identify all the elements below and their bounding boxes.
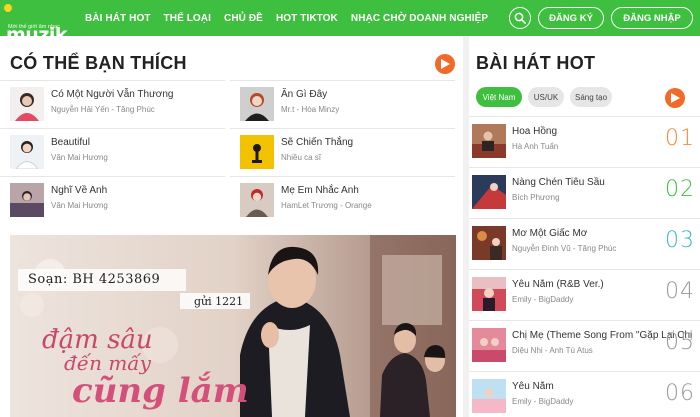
song-title[interactable]: Yêu Nắm (R&B Ver.) [512,279,604,290]
rank-number: 02 [665,177,695,202]
song-artist[interactable]: Hà Anh Tuấn [512,142,558,151]
list-item[interactable]: Yêu Nắm Emily - BigDaddy 06 [469,371,700,417]
nav-item-genres[interactable]: THỂ LOẠI [164,13,211,24]
play-icon [441,59,450,69]
list-item[interactable]: Sẽ Chiến Thắng Nhiều ca sĩ [230,128,455,176]
rank-number: 06 [665,381,695,406]
song-thumbnail [10,183,44,217]
list-item[interactable]: Beautiful Văn Mai Hương [0,128,225,176]
song-thumbnail [240,135,274,169]
song-artist[interactable]: Emily - BigDaddy [512,295,573,304]
list-item[interactable]: Nghĩ Về Anh Văn Mai Hương [0,176,225,224]
list-item[interactable]: Ăn Gì Đây Mr.t - Hòa Minzy [230,80,455,128]
banner-send-to: gửi 1221 [194,295,244,308]
song-thumbnail [472,379,506,413]
song-thumbnail [10,135,44,169]
nav-item-topics[interactable]: CHỦ ĐỀ [224,13,263,24]
song-title[interactable]: Beautiful [51,137,90,148]
tab-us-uk[interactable]: US/UK [528,87,564,107]
song-artist[interactable]: Emily - BigDaddy [512,397,573,406]
region-tabs: Việt Nam US/UK Sáng tạo [476,87,618,107]
song-title[interactable]: Yêu Nắm [512,381,554,392]
promo-banner[interactable]: Soạn: BH 4253869 gửi 1221 đậm sâu đến mấ… [10,235,456,417]
song-artist[interactable]: Nhiều ca sĩ [281,153,321,162]
song-title[interactable]: Ăn Gì Đây [281,89,327,100]
hot-songs-title: BÀI HÁT HOT [476,53,596,73]
list-item[interactable]: Nàng Chén Tiêu Sầu Bích Phương 02 [469,167,700,218]
play-all-hot-button[interactable] [665,88,685,108]
song-thumbnail [472,226,506,260]
list-item[interactable]: Hoa Hồng Hà Anh Tuấn 01 [469,116,700,167]
search-icon [514,12,526,24]
play-icon [671,93,680,103]
list-item[interactable]: Yêu Nắm (R&B Ver.) Emily - BigDaddy 04 [469,269,700,320]
suggestions-panel: CÓ THỂ BẠN THÍCH Có Một Người Vẫn Thương… [0,36,463,417]
song-thumbnail [472,175,506,209]
song-thumbnail [10,87,44,121]
rank-number: 03 [665,228,695,253]
banner-lyric-line-3: cũng lắm [72,371,249,411]
song-title[interactable]: Nghĩ Về Anh [51,185,107,196]
song-title[interactable]: Mẹ Em Nhắc Anh [281,185,359,196]
song-thumbnail [472,328,506,362]
song-artist[interactable]: Văn Mai Hương [51,153,108,162]
top-header: muzik Mới thế giới âm nhạc BÀI HÁT HOT T… [0,0,700,46]
login-button[interactable]: ĐĂNG NHẬP [611,7,693,29]
song-title[interactable]: Sẽ Chiến Thắng [281,137,353,148]
logo-tagline: Mới thế giới âm nhạc [8,24,60,30]
suggestions-title: CÓ THỂ BẠN THÍCH [10,53,187,73]
song-thumbnail [472,124,506,158]
song-thumbnail [472,277,506,311]
main-nav: BÀI HÁT HOT THỂ LOẠI CHỦ ĐỀ HOT TIKTOK N… [85,0,501,36]
song-artist[interactable]: Bích Phương [512,193,560,202]
nav-item-hot-tiktok[interactable]: HOT TIKTOK [276,13,338,24]
song-title[interactable]: Mơ Một Giấc Mơ [512,228,587,239]
song-title[interactable]: Nàng Chén Tiêu Sầu [512,177,605,188]
song-artist[interactable]: Mr.t - Hòa Minzy [281,105,339,114]
tab-vietnam[interactable]: Việt Nam [476,87,522,107]
list-item[interactable]: Có Một Người Vẫn Thương Nguyễn Hải Yến -… [0,80,225,128]
banner-sms-code: Soạn: BH 4253869 [28,272,161,287]
tab-creative[interactable]: Sáng tạo [570,87,612,107]
list-item[interactable]: Mơ Một Giấc Mơ Nguyễn Đình Vũ - Tăng Phú… [469,218,700,269]
song-artist[interactable]: HamLet Trương - Orange [281,201,372,210]
search-button[interactable] [509,7,531,29]
play-all-suggestions-button[interactable] [435,54,455,74]
song-artist[interactable]: Nguyễn Đình Vũ - Tăng Phúc [512,244,616,253]
song-title[interactable]: Có Một Người Vẫn Thương [51,89,173,100]
list-item[interactable]: Chị Mẹ (Theme Song From "Gặp Lại Chị B D… [469,320,700,371]
rank-number: 04 [665,279,695,304]
song-artist[interactable]: Diệu Nhi - Anh Tú Atus [512,346,593,355]
song-title[interactable]: Hoa Hồng [512,126,557,137]
song-artist[interactable]: Nguyễn Hải Yến - Tăng Phúc [51,105,155,114]
site-logo[interactable]: muzik Mới thế giới âm nhạc [4,2,70,46]
register-button[interactable]: ĐĂNG KÝ [538,7,604,29]
nav-item-hot-songs[interactable]: BÀI HÁT HOT [85,13,151,24]
list-item[interactable]: Mẹ Em Nhắc Anh HamLet Trương - Orange [230,176,455,224]
rank-number: 01 [665,126,695,151]
song-thumbnail [240,87,274,121]
hot-songs-panel: BÀI HÁT HOT Việt Nam US/UK Sáng tạo Hoa … [463,36,700,417]
song-thumbnail [240,183,274,217]
nav-item-business-ringback[interactable]: NHẠC CHỜ DOANH NGHIỆP [351,13,488,24]
song-artist[interactable]: Văn Mai Hương [51,201,108,210]
rank-number: 05 [665,330,695,355]
